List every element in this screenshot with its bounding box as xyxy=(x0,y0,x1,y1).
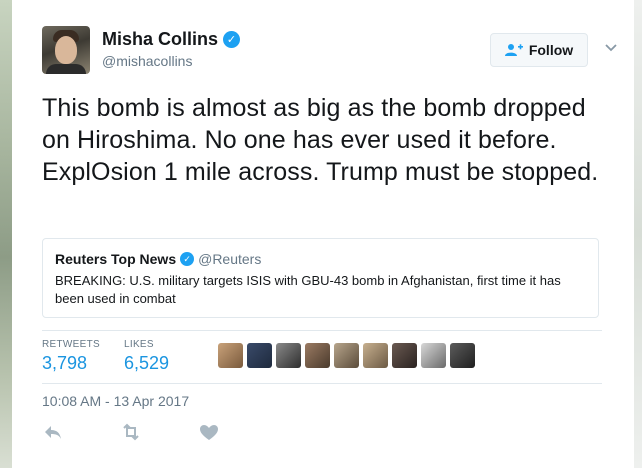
tweet-actions xyxy=(42,422,220,442)
quoted-author-name: Reuters Top News xyxy=(55,251,177,267)
avatar-shirt xyxy=(46,64,86,74)
tweet-stats: RETWEETS 3,798 LIKES 6,529 xyxy=(42,330,602,384)
add-user-icon xyxy=(504,44,523,56)
avatar[interactable] xyxy=(42,26,90,74)
quoted-tweet-header: Reuters Top News ✓ @Reuters xyxy=(55,251,586,267)
retweet-icon[interactable] xyxy=(120,422,142,442)
retweets-label: RETWEETS xyxy=(42,339,100,350)
liker-avatar[interactable] xyxy=(218,343,243,368)
quoted-author-handle: @Reuters xyxy=(198,251,262,267)
author-name[interactable]: Misha Collins xyxy=(102,29,218,50)
likes-label: LIKES xyxy=(124,339,154,350)
follow-button-label: Follow xyxy=(528,42,574,58)
reply-icon[interactable] xyxy=(42,422,64,442)
tweet-header: Misha Collins ✓ @mishacollins Follow xyxy=(42,26,618,78)
background-left-edge xyxy=(0,0,12,468)
quoted-verified-badge-icon: ✓ xyxy=(180,252,195,266)
verified-badge-icon: ✓ xyxy=(223,31,241,48)
liker-avatar[interactable] xyxy=(305,343,330,368)
background-right-edge xyxy=(634,0,642,468)
likes-stat[interactable]: LIKES 6,529 xyxy=(124,339,169,374)
liker-avatar[interactable] xyxy=(276,343,301,368)
liker-avatar[interactable] xyxy=(363,343,388,368)
tweet-card: Misha Collins ✓ @mishacollins Follow Thi… xyxy=(28,0,618,468)
heart-icon[interactable] xyxy=(198,422,220,442)
liker-avatar[interactable] xyxy=(450,343,475,368)
liker-avatar[interactable] xyxy=(421,343,446,368)
tweet-timestamp[interactable]: 10:08 AM - 13 Apr 2017 xyxy=(42,393,189,409)
author-name-row: Misha Collins ✓ xyxy=(102,29,241,50)
avatar-face xyxy=(55,36,77,64)
author-handle[interactable]: @mishacollins xyxy=(102,53,192,69)
retweets-stat[interactable]: RETWEETS 3,798 xyxy=(42,339,100,374)
liker-avatars xyxy=(218,343,475,368)
follow-button[interactable]: Follow xyxy=(490,33,588,67)
likes-count: 6,529 xyxy=(124,353,170,373)
liker-avatar[interactable] xyxy=(334,343,359,368)
chevron-down-icon[interactable] xyxy=(604,40,618,54)
liker-avatar[interactable] xyxy=(392,343,417,368)
quoted-tweet-text: BREAKING: U.S. military targets ISIS wit… xyxy=(55,273,561,306)
quoted-tweet[interactable]: Reuters Top News ✓ @Reuters BREAKING: U.… xyxy=(42,238,599,318)
tweet-text: This bomb is almost as big as the bomb d… xyxy=(42,94,599,186)
liker-avatar[interactable] xyxy=(247,343,272,368)
retweets-count: 3,798 xyxy=(42,353,88,373)
